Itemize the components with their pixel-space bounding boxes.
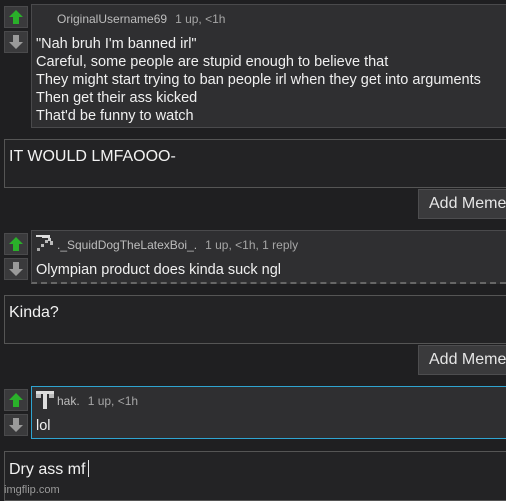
user-avatar-icon[interactable] xyxy=(36,235,54,253)
comment-stats: 1 up, <1h xyxy=(87,394,139,408)
reply-text: IT WOULD LMFAOOO- xyxy=(9,148,176,165)
downvote-button[interactable] xyxy=(4,414,28,436)
comment-meta: OriginalUsername69 1 up, <1h xyxy=(57,12,225,26)
comment-meta: ._SquidDogTheLatexBoi_. 1 up, <1h, 1 repl… xyxy=(57,238,298,252)
comment-line: They might start trying to ban people ir… xyxy=(36,72,481,88)
comment-line: "Nah bruh I'm banned irl" xyxy=(36,36,197,52)
comment-username[interactable]: hak. xyxy=(57,394,80,408)
vote-column xyxy=(4,233,28,280)
comment-body: "Nah bruh I'm banned irl" Careful, some … xyxy=(36,35,481,125)
comment: ._SquidDogTheLatexBoi_. 1 up, <1h, 1 repl… xyxy=(31,230,506,284)
down-arrow-icon xyxy=(9,262,23,276)
down-arrow-icon xyxy=(9,418,23,432)
comment: OriginalUsername69 1 up, <1h "Nah bruh I'… xyxy=(31,4,506,128)
add-meme-button[interactable]: Add Meme xyxy=(418,189,506,219)
comment-line: Careful, some people are stupid enough t… xyxy=(36,54,389,70)
up-arrow-icon xyxy=(9,10,23,24)
comment-line: lol xyxy=(36,418,51,434)
comment-stats: 1 up, <1h xyxy=(175,12,226,26)
comment-stats: 1 up, <1h, 1 reply xyxy=(205,238,299,252)
comment: hak. 1 up, <1h lol xyxy=(31,386,506,439)
comment-line: That'd be funny to watch xyxy=(36,108,194,124)
upvote-button[interactable] xyxy=(4,6,28,28)
vote-column xyxy=(4,389,28,436)
comment-username[interactable]: OriginalUsername69 xyxy=(57,12,167,26)
vote-column xyxy=(4,6,28,53)
add-meme-button[interactable]: Add Meme xyxy=(418,345,506,375)
reply-text: Dry ass mf xyxy=(9,461,86,478)
comment-line: Olympian product does kinda suck ngl xyxy=(36,262,282,278)
reply-textbox[interactable]: IT WOULD LMFAOOO- xyxy=(4,139,506,188)
reply-textbox[interactable]: Dry ass mf xyxy=(4,451,506,501)
upvote-button[interactable] xyxy=(4,233,28,255)
down-arrow-icon xyxy=(9,35,23,49)
downvote-button[interactable] xyxy=(4,258,28,280)
comment-username[interactable]: ._SquidDogTheLatexBoi_. xyxy=(57,238,197,252)
reply-textbox[interactable]: Kinda? xyxy=(4,295,506,344)
comment-line: Then get their ass kicked xyxy=(36,90,198,106)
comment-body: lol xyxy=(36,417,51,435)
watermark: imgflip.com xyxy=(4,484,60,496)
downvote-button[interactable] xyxy=(4,31,28,53)
comment-body: Olympian product does kinda suck ngl xyxy=(36,261,281,279)
reply-text: Kinda? xyxy=(9,304,59,321)
text-cursor xyxy=(88,460,90,477)
up-arrow-icon xyxy=(9,393,23,407)
user-avatar-icon[interactable] xyxy=(36,391,54,409)
comment-meta: hak. 1 up, <1h xyxy=(57,394,138,408)
up-arrow-icon xyxy=(9,237,23,251)
upvote-button[interactable] xyxy=(4,389,28,411)
